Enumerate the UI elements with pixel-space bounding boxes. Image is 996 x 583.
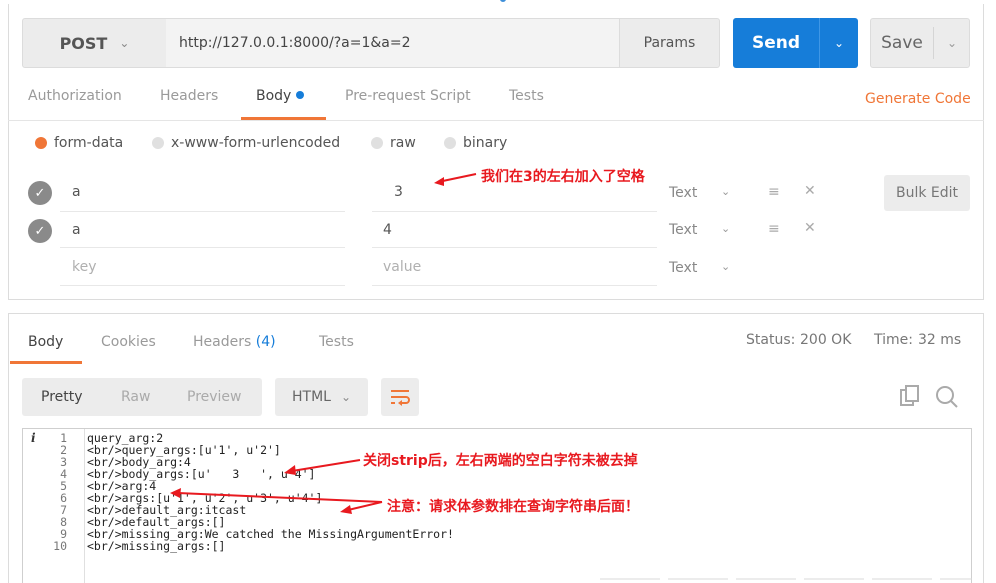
value-field[interactable]: value <box>383 259 421 275</box>
format-label: HTML <box>291 389 331 405</box>
radio-unselected-icon <box>444 137 456 149</box>
save-label: Save <box>881 33 923 53</box>
line-number-gutter: i 1 2 3 4 5 6 7 8 9 10 <box>23 429 85 583</box>
chevron-down-icon[interactable]: ⌄ <box>721 185 730 198</box>
search-icon[interactable] <box>934 384 960 410</box>
radio-unselected-icon <box>371 137 383 149</box>
value-field[interactable]: 3 <box>394 184 403 200</box>
close-icon[interactable]: ✕ <box>804 220 816 236</box>
close-icon[interactable]: ✕ <box>804 183 816 199</box>
tab-headers[interactable]: Headers <box>160 88 218 104</box>
generate-code-link[interactable]: Generate Code <box>865 91 971 107</box>
copy-icon[interactable] <box>897 384 921 408</box>
field-underline <box>372 285 657 286</box>
annotation-strip: 关闭strip后，左右两端的空白字符未被去掉 <box>363 453 638 469</box>
line-number: 10 <box>53 539 67 553</box>
annotation-arrow-icon <box>434 173 477 186</box>
active-dot-icon <box>296 91 305 99</box>
method-select[interactable]: POST ⌄ <box>22 18 167 68</box>
bulk-edit-label: Bulk Edit <box>895 185 959 201</box>
radio-label: x-www-form-urlencoded <box>171 135 341 151</box>
tab-body[interactable]: Body <box>256 88 305 104</box>
wrap-lines-icon <box>391 390 410 406</box>
key-field[interactable]: a <box>72 222 81 238</box>
radio-label: raw <box>390 135 416 151</box>
params-button[interactable]: Params <box>619 18 720 68</box>
key-field[interactable]: key <box>72 259 97 275</box>
radio-unselected-icon <box>152 137 164 149</box>
menu-icon[interactable]: ≡ <box>768 184 780 200</box>
tab-pre-request-script[interactable]: Pre-request Script <box>345 88 471 104</box>
url-text: http://127.0.0.1:8000/?a=1&a=2 <box>179 35 411 51</box>
field-underline <box>372 211 657 212</box>
chevron-down-icon[interactable]: ⌄ <box>721 260 730 273</box>
chevron-down-icon: ⌄ <box>340 390 352 404</box>
time-label: Time: <box>874 332 913 348</box>
tab-authorization[interactable]: Authorization <box>28 88 122 104</box>
format-select[interactable]: HTML ⌄ <box>275 378 368 416</box>
view-pretty-button[interactable]: Pretty <box>41 389 83 405</box>
radio-label: form-data <box>54 135 124 151</box>
response-tab-headers-label: Headers <box>193 334 252 350</box>
view-preview-button[interactable]: Preview <box>187 389 242 405</box>
headers-count: (4) <box>255 334 276 350</box>
method-label: POST <box>59 33 108 53</box>
field-underline <box>372 247 657 248</box>
field-underline <box>60 285 345 286</box>
active-tab-indicator <box>10 361 82 364</box>
radio-binary[interactable]: binary <box>444 135 507 151</box>
indicator-dot <box>500 0 506 2</box>
view-raw-button[interactable]: Raw <box>121 389 150 405</box>
radio-form-data[interactable]: form-data <box>35 135 123 151</box>
annotation-arrow-icon <box>170 488 383 514</box>
annotation-order: 注意：请求体参数排在查询字符串后面！ <box>387 499 639 515</box>
wrap-lines-button[interactable] <box>381 378 419 416</box>
response-tab-body[interactable]: Body <box>28 334 63 350</box>
status-label: Status: <box>746 332 796 348</box>
url-input[interactable]: http://127.0.0.1:8000/?a=1&a=2 <box>166 18 619 68</box>
tab-body-label: Body <box>256 88 292 104</box>
field-underline <box>60 247 345 248</box>
response-tab-tests[interactable]: Tests <box>319 334 354 350</box>
chevron-down-icon: ⌄ <box>119 36 130 50</box>
row-enabled-checkbox[interactable]: ✓ <box>28 181 52 205</box>
bulk-edit-button[interactable]: Bulk Edit <box>884 175 970 211</box>
save-button[interactable]: Save ⌄ <box>870 18 970 68</box>
type-select[interactable]: Text <box>669 222 697 238</box>
type-select[interactable]: Text <box>669 185 697 201</box>
chevron-down-icon[interactable]: ⌄ <box>934 19 970 67</box>
params-label: Params <box>643 35 696 51</box>
radio-raw[interactable]: raw <box>371 135 416 151</box>
menu-icon[interactable]: ≡ <box>768 221 780 237</box>
annotation-arrow-icon <box>284 459 361 475</box>
response-tab-headers[interactable]: Headers (4) <box>193 334 276 350</box>
divider <box>8 120 984 121</box>
chevron-down-icon[interactable]: ⌄ <box>820 18 858 68</box>
row-enabled-checkbox[interactable]: ✓ <box>28 219 52 243</box>
field-underline <box>60 211 345 212</box>
radio-x-www-form-urlencoded[interactable]: x-www-form-urlencoded <box>152 135 340 151</box>
send-button[interactable]: Send ⌄ <box>733 18 858 68</box>
type-select[interactable]: Text <box>669 260 697 276</box>
code-line: <br/>missing_args:[] <box>87 539 226 553</box>
time-value: 32 ms <box>918 332 962 348</box>
radio-selected-icon <box>35 137 47 149</box>
annotation-spaces: 我们在3的左右加入了空格 <box>481 169 645 185</box>
key-field[interactable]: a <box>72 184 81 200</box>
tab-tests[interactable]: Tests <box>509 88 544 104</box>
value-field[interactable]: 4 <box>383 222 392 238</box>
chevron-down-icon[interactable]: ⌄ <box>721 222 730 235</box>
send-label: Send <box>751 33 801 53</box>
horizontal-scrollbar[interactable] <box>600 576 972 583</box>
status-value: 200 OK <box>800 332 852 348</box>
response-tab-cookies[interactable]: Cookies <box>101 334 156 350</box>
radio-label: binary <box>463 135 508 151</box>
